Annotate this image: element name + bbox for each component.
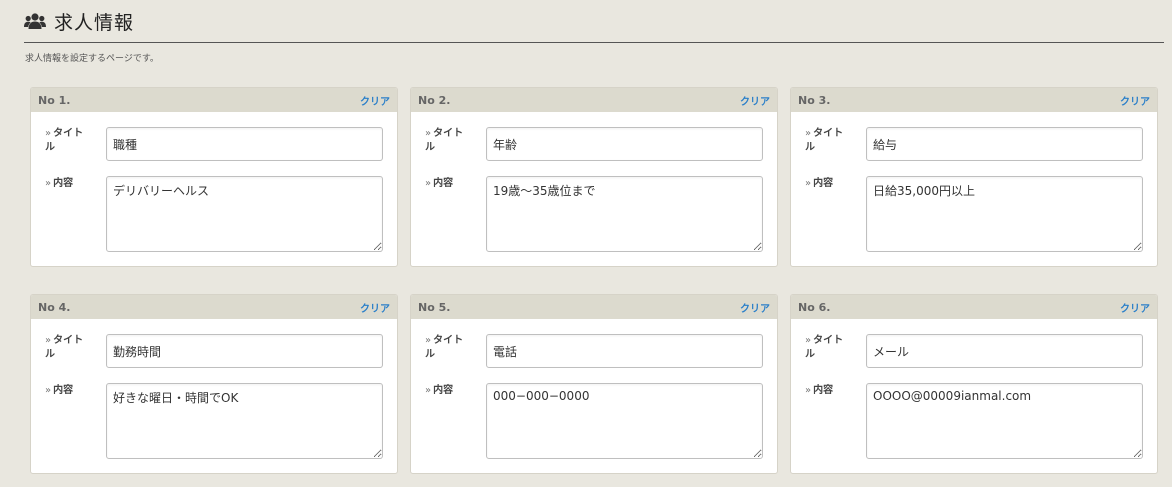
title-input[interactable] bbox=[866, 127, 1143, 161]
clear-button[interactable]: クリア bbox=[1120, 93, 1150, 108]
job-info-card: No 4. クリア »タイトル »内容 好きな曜日・時間でOK bbox=[30, 294, 398, 474]
content-textarea[interactable]: デリバリーヘルス bbox=[106, 176, 383, 252]
content-label: » 内容 bbox=[425, 384, 469, 398]
content-textarea[interactable]: 19歳〜35歳位まで bbox=[486, 176, 763, 252]
chevron-right-icon: » bbox=[425, 385, 432, 396]
title-input[interactable] bbox=[106, 334, 383, 368]
chevron-right-icon: » bbox=[805, 335, 812, 346]
card-header: No 6. クリア bbox=[791, 295, 1157, 319]
card-number: No 3. bbox=[798, 93, 831, 107]
job-info-card: No 5. クリア »タイトル »内容 000−000−0000 bbox=[410, 294, 778, 474]
content-label: » 内容 bbox=[45, 177, 89, 191]
chevron-right-icon: » bbox=[425, 335, 432, 346]
title-label: » タイトル bbox=[805, 334, 849, 362]
page-title: 求人情報 bbox=[54, 11, 135, 34]
clear-button[interactable]: クリア bbox=[360, 300, 390, 315]
header-divider bbox=[24, 42, 1164, 43]
content-label-text: 内容 bbox=[53, 385, 74, 396]
content-label-text: 内容 bbox=[813, 178, 834, 189]
clear-button[interactable]: クリア bbox=[740, 300, 770, 315]
title-input[interactable] bbox=[866, 334, 1143, 368]
chevron-right-icon: » bbox=[425, 128, 432, 139]
content-label: » 内容 bbox=[45, 384, 89, 398]
chevron-right-icon: » bbox=[805, 385, 812, 396]
content-label: » 内容 bbox=[805, 177, 849, 191]
card-header: No 1. クリア bbox=[31, 88, 397, 112]
job-info-card: No 3. クリア »タイトル »内容 日給35,000円以上 bbox=[790, 87, 1158, 267]
title-input[interactable] bbox=[106, 127, 383, 161]
card-header: No 3. クリア bbox=[791, 88, 1157, 112]
clear-button[interactable]: クリア bbox=[1120, 300, 1150, 315]
content-textarea[interactable]: 日給35,000円以上 bbox=[866, 176, 1143, 252]
title-label: » タイトル bbox=[425, 334, 469, 362]
chevron-right-icon: » bbox=[45, 178, 52, 189]
job-info-card: No 2. クリア »タイトル »内容 19歳〜35歳位まで bbox=[410, 87, 778, 267]
job-info-card: No 6. クリア »タイトル »内容 OOOO@00009ianmal.com bbox=[790, 294, 1158, 474]
card-header: No 5. クリア bbox=[411, 295, 777, 319]
page-description: 求人情報を設定するページです。 bbox=[25, 54, 159, 64]
content-textarea[interactable]: 好きな曜日・時間でOK bbox=[106, 383, 383, 459]
content-label-text: 内容 bbox=[433, 385, 454, 396]
page-header: 求人情報 bbox=[24, 8, 134, 34]
content-label: » 内容 bbox=[425, 177, 469, 191]
card-number: No 1. bbox=[38, 93, 71, 107]
card-number: No 6. bbox=[798, 300, 831, 314]
chevron-right-icon: » bbox=[45, 385, 52, 396]
card-number: No 5. bbox=[418, 300, 451, 314]
title-label: » タイトル bbox=[45, 334, 89, 362]
content-label-text: 内容 bbox=[433, 178, 454, 189]
title-input[interactable] bbox=[486, 127, 763, 161]
content-label-text: 内容 bbox=[53, 178, 74, 189]
chevron-right-icon: » bbox=[805, 178, 812, 189]
chevron-right-icon: » bbox=[45, 128, 52, 139]
card-number: No 2. bbox=[418, 93, 451, 107]
chevron-right-icon: » bbox=[45, 335, 52, 346]
chevron-right-icon: » bbox=[805, 128, 812, 139]
job-info-card: No 1. クリア »タイトル »内容 デリバリーヘルス bbox=[30, 87, 398, 267]
content-label: » 内容 bbox=[805, 384, 849, 398]
users-icon bbox=[24, 13, 46, 29]
card-number: No 4. bbox=[38, 300, 71, 314]
card-header: No 2. クリア bbox=[411, 88, 777, 112]
clear-button[interactable]: クリア bbox=[740, 93, 770, 108]
title-label: » タイトル bbox=[45, 127, 89, 155]
title-label: » タイトル bbox=[425, 127, 469, 155]
title-label: » タイトル bbox=[805, 127, 849, 155]
card-header: No 4. クリア bbox=[31, 295, 397, 319]
clear-button[interactable]: クリア bbox=[360, 93, 390, 108]
content-textarea[interactable]: OOOO@00009ianmal.com bbox=[866, 383, 1143, 459]
title-input[interactable] bbox=[486, 334, 763, 368]
content-label-text: 内容 bbox=[813, 385, 834, 396]
chevron-right-icon: » bbox=[425, 178, 432, 189]
content-textarea[interactable]: 000−000−0000 bbox=[486, 383, 763, 459]
